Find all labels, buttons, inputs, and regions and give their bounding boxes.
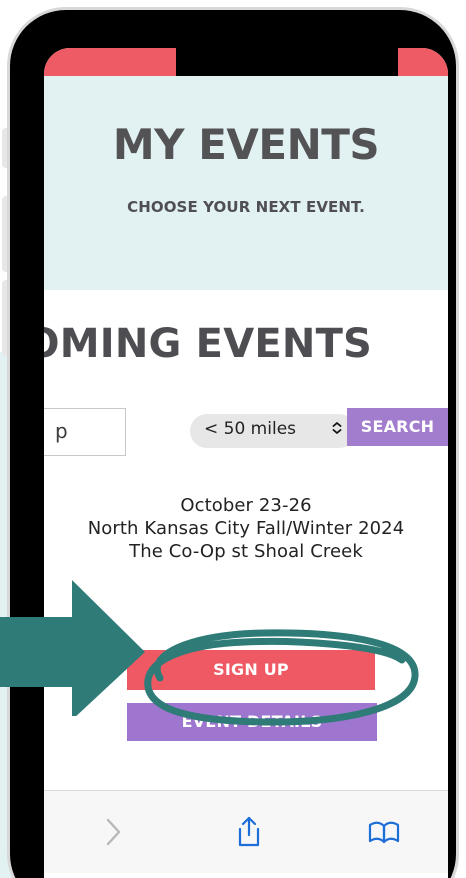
sign-up-button[interactable]: SIGN UP — [127, 650, 375, 690]
event-search-row: p < 50 miles SEARCH — [44, 408, 448, 458]
phone-volume-up-button — [2, 196, 10, 272]
browser-toolbar — [44, 790, 448, 873]
book-icon[interactable] — [367, 815, 401, 849]
phone-mute-switch — [2, 128, 10, 168]
zip-code-input[interactable]: p — [44, 408, 126, 456]
distance-select[interactable]: < 50 miles — [190, 414, 356, 448]
events-header: MY EVENTS CHOOSE YOUR NEXT EVENT. — [44, 76, 448, 290]
search-button[interactable]: SEARCH — [347, 408, 448, 446]
phone-frame: MY EVENTS CHOOSE YOUR NEXT EVENT. COMING… — [10, 10, 456, 878]
event-card: October 23-26 North Kansas City Fall/Win… — [44, 495, 448, 564]
event-name: North Kansas City Fall/Winter 2024 — [87, 517, 405, 539]
page-subtitle: CHOOSE YOUR NEXT EVENT. — [127, 198, 365, 216]
chevron-updown-icon — [332, 422, 342, 434]
phone-volume-down-button — [2, 280, 10, 356]
section-title: COMING EVENTS — [44, 321, 373, 367]
event-location: The Co-Op st Shoal Creek — [129, 540, 363, 562]
distance-select-value: < 50 miles — [204, 419, 297, 439]
event-details-button[interactable]: EVENT DETAILS — [127, 703, 377, 741]
share-icon[interactable] — [232, 815, 266, 849]
event-date: October 23-26 — [180, 495, 312, 516]
chevron-right-icon[interactable] — [96, 815, 130, 849]
phone-mockup: MY EVENTS CHOOSE YOUR NEXT EVENT. COMING… — [0, 0, 466, 878]
phone-screen: MY EVENTS CHOOSE YOUR NEXT EVENT. COMING… — [44, 48, 448, 878]
page-title: MY EVENTS — [112, 120, 380, 169]
